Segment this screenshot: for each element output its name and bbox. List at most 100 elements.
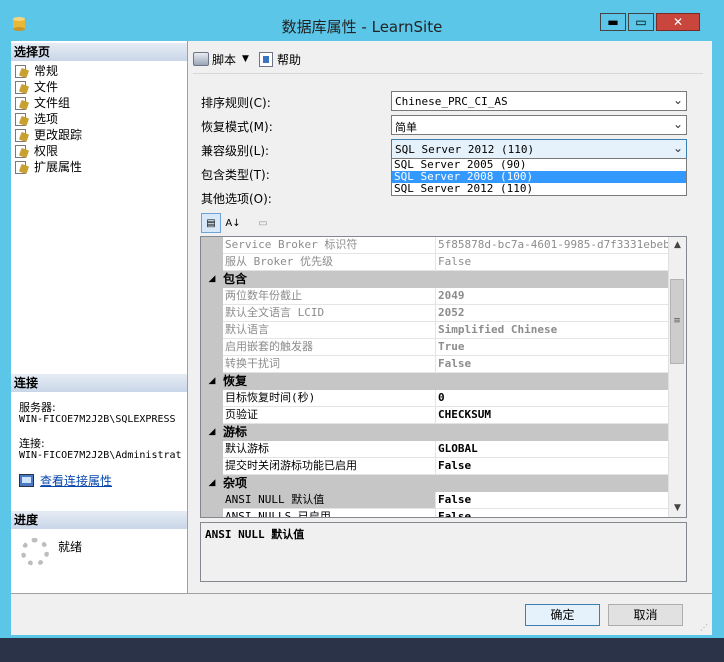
- collapse-icon[interactable]: ◢: [201, 271, 223, 288]
- grid-row[interactable]: 目标恢复时间(秒) 0: [201, 390, 669, 407]
- server-value: WIN-FICOE7M2J2B\SQLEXPRESS: [19, 414, 176, 425]
- server-label: 服务器:: [19, 401, 56, 414]
- page-item-general[interactable]: 常规: [14, 63, 82, 79]
- help-icon: [258, 51, 273, 67]
- grid-row[interactable]: 启用嵌套的触发器 True: [201, 339, 669, 356]
- grid-row[interactable]: 默认语言 Simplified Chinese: [201, 322, 669, 339]
- collation-select[interactable]: Chinese_PRC_CI_AS ⌄: [391, 91, 687, 111]
- grid-row[interactable]: 转换干扰词 False: [201, 356, 669, 373]
- chevron-down-icon[interactable]: ▼: [242, 54, 249, 64]
- connection-label: 连接:: [19, 437, 45, 450]
- category-cursor[interactable]: ◢ 游标: [201, 424, 669, 441]
- sort-alphabetical-icon[interactable]: A↓: [223, 213, 243, 233]
- prop-value: 0: [436, 390, 669, 407]
- cancel-button[interactable]: 取消: [608, 604, 683, 626]
- property-pages-icon[interactable]: ▭: [253, 213, 273, 233]
- prop-name: 目标恢复时间(秒): [223, 390, 436, 407]
- script-label: 脚本: [212, 52, 237, 67]
- toolbar: 脚本 ▼ 帮助: [193, 49, 311, 69]
- compat-label: 兼容级别(L):: [201, 144, 270, 158]
- recovery-label: 恢复模式(M):: [201, 120, 273, 134]
- script-icon: [193, 52, 209, 66]
- grid-row-selected[interactable]: ANSI NULL 默认值 False: [201, 492, 669, 509]
- categorized-icon[interactable]: ▤: [201, 213, 221, 233]
- minimize-button[interactable]: ▬: [600, 13, 626, 31]
- grid-scrollbar[interactable]: ▲ ≡ ▼: [668, 237, 686, 517]
- grid-row[interactable]: ANSI NULLS 已启用 False: [201, 509, 669, 517]
- page-item-permissions[interactable]: 权限: [14, 143, 82, 159]
- compat-level-select[interactable]: SQL Server 2012 (110) ⌄: [391, 139, 687, 159]
- scroll-up-icon[interactable]: ▲: [669, 237, 686, 254]
- category-containment[interactable]: ◢ 包含: [201, 271, 669, 288]
- scroll-thumb[interactable]: ≡: [670, 279, 684, 364]
- compat-option[interactable]: SQL Server 2012 (110): [392, 183, 686, 195]
- page-icon: [14, 65, 28, 78]
- scroll-down-icon[interactable]: ▼: [669, 500, 686, 517]
- prop-name: 默认全文语言 LCID: [223, 305, 436, 322]
- page-item-filegroups[interactable]: 文件组: [14, 95, 82, 111]
- category-misc[interactable]: ◢ 杂项: [201, 475, 669, 492]
- grid-row[interactable]: 服从 Broker 优先级 False: [201, 254, 669, 271]
- other-options-label: 其他选项(O):: [201, 192, 272, 206]
- dialog-window: 数据库属性 - LearnSite ▬ ▭ ✕ 选择页 常规 文件 文件组 选项…: [0, 0, 724, 638]
- page-label: 扩展属性: [34, 160, 83, 174]
- prop-name: 服从 Broker 优先级: [223, 254, 436, 271]
- page-icon: [14, 81, 28, 94]
- prop-name: 转换干扰词: [223, 356, 436, 373]
- prop-value: False: [436, 492, 669, 509]
- collation-value: Chinese_PRC_CI_AS: [395, 95, 508, 108]
- collapse-icon[interactable]: ◢: [201, 373, 223, 390]
- collapse-icon[interactable]: ◢: [201, 475, 223, 492]
- view-connection-properties-link[interactable]: 查看连接属性: [19, 472, 112, 489]
- page-item-extended-properties[interactable]: 扩展属性: [14, 159, 82, 175]
- grid-row[interactable]: 页验证 CHECKSUM: [201, 407, 669, 424]
- page-item-files[interactable]: 文件: [14, 79, 82, 95]
- page-icon: [14, 161, 28, 174]
- progress-status: 就绪: [58, 540, 83, 554]
- button-bar: 确定 取消 ⋰: [11, 593, 712, 635]
- prop-name: 默认语言: [223, 322, 436, 339]
- progress-header: 进度: [11, 511, 187, 529]
- prop-value: GLOBAL: [436, 441, 669, 458]
- category-label: 游标: [223, 425, 248, 439]
- recovery-value: 简单: [395, 121, 417, 134]
- resize-grip-icon[interactable]: ⋰: [700, 623, 710, 633]
- title-bar[interactable]: 数据库属性 - LearnSite ▬ ▭ ✕: [0, 0, 724, 40]
- grid-row[interactable]: 提交时关闭游标功能已启用 False: [201, 458, 669, 475]
- grid-row[interactable]: 默认游标 GLOBAL: [201, 441, 669, 458]
- category-recovery[interactable]: ◢ 恢复: [201, 373, 669, 390]
- close-button[interactable]: ✕: [656, 13, 700, 31]
- prop-name: Service Broker 标识符: [223, 237, 436, 254]
- recovery-model-select[interactable]: 简单 ⌄: [391, 115, 687, 135]
- maximize-button[interactable]: ▭: [628, 13, 654, 31]
- page-item-change-tracking[interactable]: 更改跟踪: [14, 127, 82, 143]
- chevron-down-icon: ⌄: [672, 117, 683, 131]
- collapse-icon[interactable]: ◢: [201, 424, 223, 441]
- prop-value: False: [436, 254, 669, 271]
- progress-spinner-icon: [21, 538, 49, 566]
- script-button[interactable]: 脚本 ▼: [193, 51, 249, 68]
- ok-button[interactable]: 确定: [525, 604, 600, 626]
- page-label: 常规: [34, 64, 59, 78]
- compat-dropdown-list: SQL Server 2005 (90) SQL Server 2008 (10…: [391, 158, 687, 196]
- grid-row[interactable]: 默认全文语言 LCID 2052: [201, 305, 669, 322]
- connection-header: 连接: [11, 374, 187, 392]
- property-grid-toolbar: ▤ A↓ ▭: [201, 213, 275, 233]
- prop-value: 2052: [436, 305, 669, 322]
- prop-name: 默认游标: [223, 441, 436, 458]
- category-label: 杂项: [223, 476, 248, 490]
- grid-row[interactable]: 两位数年份截止 2049: [201, 288, 669, 305]
- compat-value: SQL Server 2012 (110): [395, 143, 535, 156]
- property-description: ANSI NULL 默认值: [200, 522, 687, 582]
- help-label: 帮助: [276, 52, 301, 67]
- containment-label: 包含类型(T):: [201, 168, 270, 182]
- prop-value: True: [436, 339, 669, 356]
- grid-row[interactable]: Service Broker 标识符 5f85878d-bc7a-4601-998…: [201, 237, 669, 254]
- prop-name: 提交时关闭游标功能已启用: [223, 458, 436, 475]
- help-button[interactable]: 帮助: [258, 51, 301, 68]
- page-item-options[interactable]: 选项: [14, 111, 82, 127]
- connection-value: WIN-FICOE7M2J2B\Administrat: [19, 450, 182, 461]
- link-label: 查看连接属性: [40, 474, 113, 488]
- connection-icon: [19, 474, 34, 487]
- category-label: 包含: [223, 272, 248, 286]
